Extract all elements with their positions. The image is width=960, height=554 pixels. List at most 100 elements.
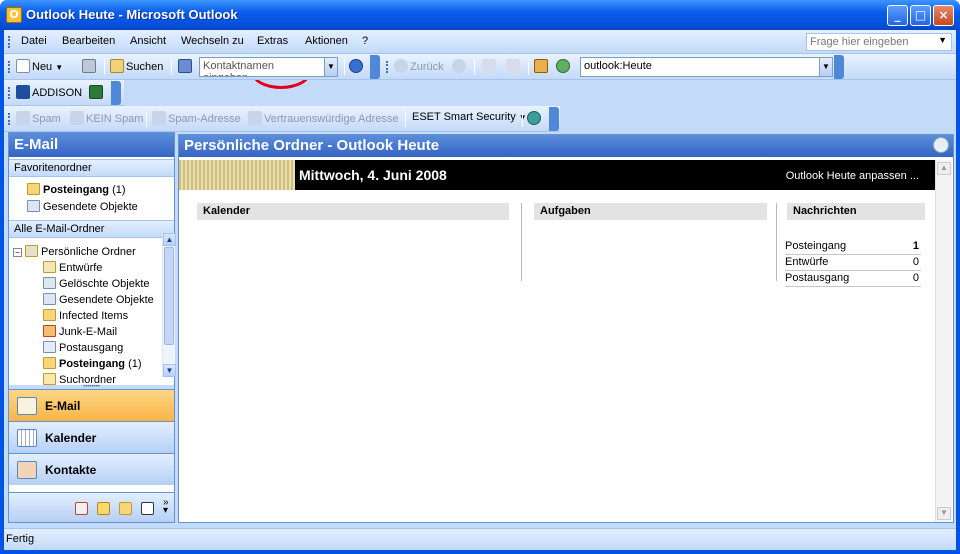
menu-help[interactable]: ? [362,35,368,47]
help-button[interactable] [349,59,365,73]
separator [522,111,523,127]
forward-arrow-icon [452,59,466,73]
all-folders-header[interactable]: Alle E-Mail-Ordner [9,220,174,238]
maximize-button[interactable]: □ [910,5,931,26]
spam-address-button[interactable]: Spam-Adresse [152,111,241,125]
folder-postausgang[interactable]: Postausgang [43,341,123,354]
folder-options-icon[interactable] [933,137,949,153]
toolbar-grip[interactable] [8,113,11,125]
scroll-thumb[interactable] [164,247,174,345]
spam-address-label: Spam-Adresse [168,113,241,125]
menu-datei[interactable]: Datei [21,35,47,47]
nav-button-label: Kontakte [45,463,97,477]
main-scrollbar[interactable]: ▲ ▼ [935,160,952,522]
folder-infected-items[interactable]: Infected Items [43,309,128,322]
scroll-down-icon[interactable]: ▼ [937,507,951,520]
status-text: Fertig [6,533,35,545]
scroll-up-icon[interactable]: ▲ [163,233,176,246]
menu-extras[interactable]: Extras [257,35,288,47]
shortcuts-icon[interactable] [141,502,154,515]
message-row-postausgang[interactable]: Postausgang 0 [785,272,921,287]
folder-scrollbar[interactable]: ▲ ▼ [162,233,176,377]
folder-posteingang[interactable]: Posteingang (1) [43,357,142,370]
collapse-icon[interactable]: − [13,248,22,257]
nav-button-email[interactable]: E-Mail [9,389,174,421]
configure-buttons-icon[interactable]: » ▾ [163,498,169,516]
back-button[interactable]: Zurück [394,59,444,73]
favorites-header[interactable]: Favoritenordner [9,159,174,177]
toolbar-grip[interactable] [386,61,389,73]
minimize-button[interactable]: _ [887,5,908,26]
toolbar-chevron-icon[interactable] [834,55,844,79]
tasks-column-header[interactable]: Aufgaben [534,203,767,220]
message-row-entwuerfe[interactable]: Entwürfe 0 [785,256,921,271]
addison-button[interactable]: ADDISON [16,85,82,99]
customize-outlook-today-link[interactable]: Outlook Heute anpassen ... [786,170,919,182]
contact-search-input[interactable]: Kontaktnamen eingeben [199,57,325,77]
outlook-app-icon[interactable]: O [6,7,22,23]
menu-wechseln-zu[interactable]: Wechseln zu [181,35,244,47]
eset-logo-button[interactable] [527,111,543,125]
close-button[interactable]: × [933,5,954,26]
menubar-grip[interactable] [8,36,11,48]
address-dropdown-icon[interactable]: ▼ [819,57,833,77]
folder-geloeschte-objekte[interactable]: Gelöschte Objekte [43,277,150,290]
forward-button[interactable] [452,59,468,73]
calendar-column-header[interactable]: Kalender [197,203,509,220]
back-label: Zurück [410,61,444,73]
not-spam-button[interactable]: KEIN Spam [70,111,143,125]
folder-gesendete-objekte[interactable]: Gesendete Objekte [43,293,154,306]
new-button[interactable]: Neu ▼ [16,59,63,73]
tasks-icon[interactable] [75,502,88,515]
menu-bar: Datei Bearbeiten Ansicht Wechseln zu Ext… [4,30,956,54]
spam-button[interactable]: Spam [16,111,61,125]
nav-pane-title: E-Mail [9,133,174,157]
messages-column-header[interactable]: Nachrichten [787,203,925,220]
search-button[interactable]: Suchen [110,59,163,73]
help-search-input[interactable]: Frage hier eingeben ▼ [806,33,952,51]
tree-root[interactable]: − Persönliche Ordner [13,245,136,258]
folder-list-icon[interactable] [119,502,132,515]
menu-bearbeiten[interactable]: Bearbeiten [62,35,115,47]
not-spam-icon [70,111,84,125]
stop-button[interactable] [482,59,498,73]
print-button[interactable] [82,59,98,73]
new-dropdown-icon[interactable]: ▼ [55,63,63,72]
scroll-up-icon[interactable]: ▲ [937,162,951,175]
address-book-button[interactable] [178,59,194,73]
message-row-posteingang[interactable]: Posteingang 1 [785,240,921,255]
toolbar-chevron-icon[interactable] [111,81,121,105]
nav-button-kontakte[interactable]: Kontakte [9,453,174,485]
trusted-address-icon [248,111,262,125]
folder-entwuerfe[interactable]: Entwürfe [43,261,102,274]
toolbar-chevron-icon[interactable] [370,55,380,79]
addison-action-button[interactable] [89,85,105,99]
inbox-folder-icon [27,183,40,195]
folder-name: Entwürfe [59,262,103,274]
help-placeholder: Frage hier eingeben [810,36,909,48]
notes-icon[interactable] [97,502,110,515]
favorite-gesendete-objekte[interactable]: Gesendete Objekte [27,200,138,213]
spam-icon [16,111,30,125]
refresh-button[interactable] [506,59,522,73]
nav-button-label: E-Mail [45,399,81,413]
trusted-address-button[interactable]: Vertrauenswürdige Adresse [248,111,399,125]
scroll-down-icon[interactable]: ▼ [163,364,176,377]
address-input[interactable]: outlook:Heute [580,57,820,77]
contact-dropdown-icon[interactable]: ▼ [324,57,338,77]
toolbar-chevron-icon[interactable] [549,107,559,131]
nav-button-kalender[interactable]: Kalender [9,421,174,453]
favorite-posteingang[interactable]: Posteingang (1) [27,183,126,196]
home-button[interactable] [534,59,550,73]
help-dropdown-icon[interactable]: ▼ [938,35,947,45]
eset-menu-button[interactable]: ESET Smart Security ▼ [412,111,527,123]
message-label: Postausgang [785,272,850,284]
column-divider [521,203,522,281]
date-banner-image [179,160,295,190]
menu-ansicht[interactable]: Ansicht [130,35,166,47]
folder-junk[interactable]: Junk-E-Mail [43,325,117,338]
toolbar-grip[interactable] [8,61,11,73]
toolbar-grip[interactable] [8,87,11,99]
web-search-button[interactable] [556,59,572,73]
menu-aktionen[interactable]: Aktionen [305,35,348,47]
